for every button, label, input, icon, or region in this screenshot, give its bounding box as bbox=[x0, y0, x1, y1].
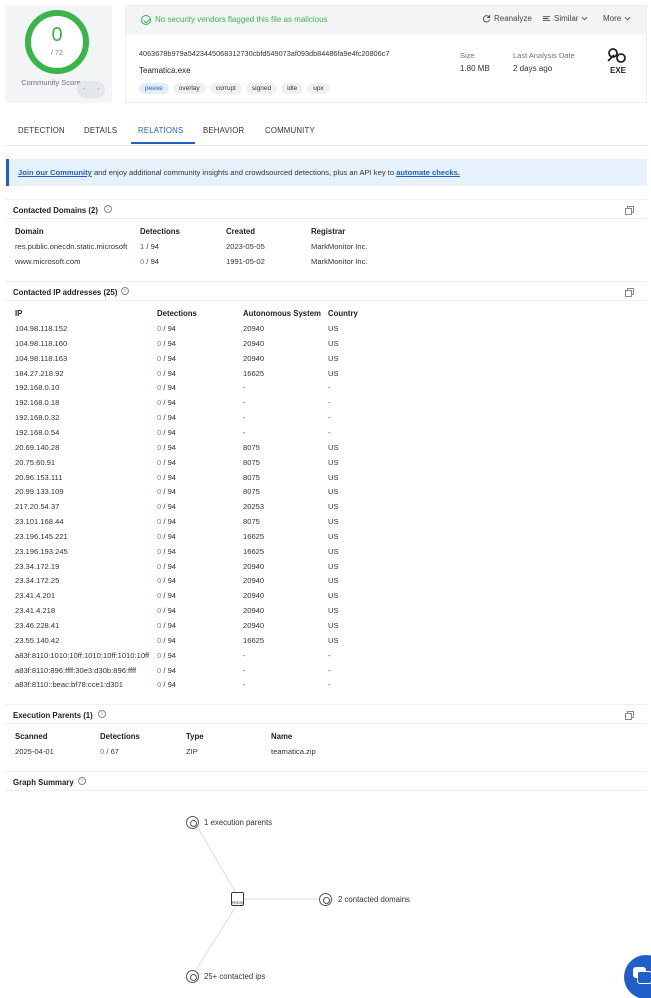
graph-edges bbox=[195, 827, 318, 971]
center-node-label: PEEXE bbox=[232, 901, 244, 905]
execution-parent-node-icon[interactable] bbox=[186, 816, 199, 829]
graph-parents-label: 1 execution parents bbox=[204, 818, 273, 827]
graph-ips-label: 25+ contacted ips bbox=[204, 972, 266, 981]
peexe-file-node-icon[interactable]: PEEXE bbox=[231, 892, 244, 906]
graph-domains-label: 2 contacted domains bbox=[338, 895, 410, 904]
contacted-domains-node-icon[interactable] bbox=[319, 893, 332, 906]
contacted-ips-node-icon[interactable] bbox=[186, 970, 199, 983]
